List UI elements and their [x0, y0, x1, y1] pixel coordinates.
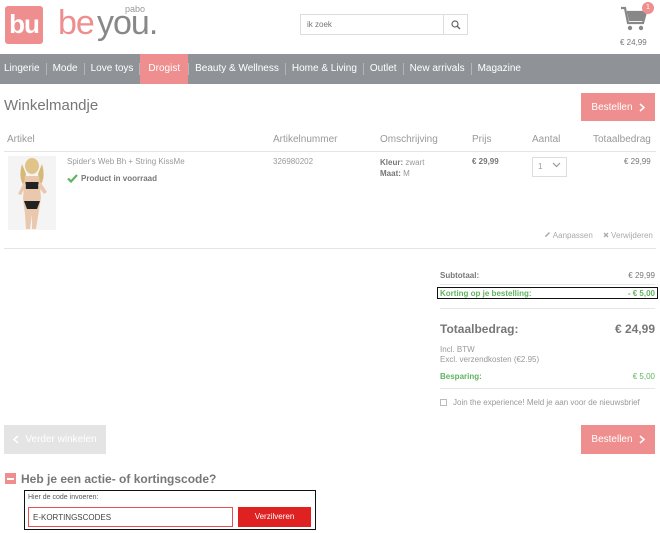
- savings-value: € 5,00: [632, 372, 655, 381]
- continue-shopping-label: Verder winkelen: [25, 434, 97, 445]
- divider: [440, 388, 655, 389]
- stock-status: Product in voorraad: [67, 174, 157, 183]
- page-title: Winkelmandje: [4, 97, 99, 114]
- stock-status-label: Product in voorraad: [81, 174, 158, 183]
- divider: [440, 308, 655, 309]
- divider: [4, 248, 656, 249]
- product-image[interactable]: [8, 156, 56, 230]
- subtotal-label: Subtotaal:: [440, 271, 480, 280]
- close-icon: [603, 232, 609, 238]
- chevron-right-icon: [639, 102, 645, 112]
- divider: [440, 284, 655, 285]
- color-label: Kleur:: [380, 158, 404, 167]
- nav-separator: [45, 63, 47, 75]
- product-description: Kleur: zwart Maat: M: [380, 157, 424, 179]
- newsletter-optin[interactable]: Join the experience! Meld je aan voor de…: [440, 398, 640, 407]
- chevron-right-icon: [639, 435, 645, 444]
- nav-item-mode[interactable]: Mode: [49, 54, 82, 84]
- nav-item-lingerie[interactable]: Lingerie: [0, 54, 44, 84]
- cart-total: € 24,99: [620, 38, 647, 47]
- savings-label: Besparing:: [440, 372, 482, 381]
- total-value: € 24,99: [614, 322, 655, 336]
- nav-item-home-living[interactable]: Home & Living: [288, 54, 361, 84]
- nav-item-beauty-wellness[interactable]: Beauty & Wellness: [191, 54, 283, 84]
- nav-item-love-toys[interactable]: Love toys: [87, 54, 138, 84]
- coupon-collapse-toggle[interactable]: [5, 473, 16, 484]
- logo-pabo: pabo: [125, 4, 146, 14]
- nav-item-magazine[interactable]: Magazine: [474, 54, 525, 84]
- search-button[interactable]: [443, 15, 467, 34]
- checkmark-icon: [67, 174, 78, 183]
- color-value: zwart: [405, 158, 425, 167]
- divider: [4, 151, 656, 152]
- article-number: 326980202: [273, 157, 314, 166]
- size-label: Maat:: [380, 169, 401, 178]
- coupon-label: Hier de code invoeren:: [28, 494, 99, 501]
- logo-mark[interactable]: bu: [5, 6, 43, 44]
- incl-vat: Incl. BTW: [440, 345, 475, 354]
- column-header-description: Omschrijving: [380, 134, 438, 145]
- nav-item-drogist[interactable]: Drogist: [140, 54, 189, 84]
- newsletter-checkbox[interactable]: [440, 399, 447, 406]
- nav-separator: [402, 63, 404, 75]
- nav-separator: [284, 63, 286, 75]
- order-button-bottom[interactable]: Bestellen: [581, 425, 655, 454]
- continue-shopping-button[interactable]: Verder winkelen: [4, 425, 106, 454]
- quantity-select[interactable]: 1: [532, 157, 567, 177]
- search-icon: [450, 19, 460, 29]
- pencil-icon: [545, 232, 550, 237]
- coupon-code-input[interactable]: E-KORTINGSCODES: [28, 507, 233, 527]
- logo-be[interactable]: be: [58, 4, 95, 43]
- column-header-article-number: Artikelnummer: [273, 134, 338, 145]
- discount-value: - € 5,00: [627, 289, 655, 298]
- total-label: Totaalbedrag:: [440, 322, 519, 336]
- product-name-link[interactable]: Spider's Web Bh + String KissMe: [67, 157, 185, 166]
- newsletter-label: Join the experience! Meld je aan voor de…: [453, 398, 640, 407]
- subtotal-value: € 29,99: [628, 271, 655, 280]
- quantity-value: 1: [538, 162, 543, 171]
- main-nav: Lingerie Mode Love toys Drogist Beauty &…: [0, 54, 660, 84]
- excl-shipping: Excl. verzendkosten (€2.95): [440, 355, 540, 364]
- row-actions: Aanpassen Verwijderen: [544, 231, 653, 240]
- nav-separator: [470, 63, 472, 75]
- unit-price: € 29,99: [472, 157, 499, 166]
- order-button-top[interactable]: Bestellen: [581, 93, 655, 121]
- search-input[interactable]: [301, 15, 443, 34]
- cart-count-badge: 1: [642, 2, 654, 14]
- order-button-label: Bestellen: [591, 434, 633, 445]
- chevron-left-icon: [13, 435, 19, 444]
- remove-link[interactable]: Verwijderen: [603, 231, 653, 240]
- size-value: M: [403, 169, 410, 178]
- column-header-total: Totaalbedrag: [593, 134, 651, 145]
- coupon-title[interactable]: Heb je een actie- of kortingscode?: [21, 472, 216, 486]
- edit-link-label: Aanpassen: [552, 231, 593, 240]
- remove-link-label: Verwijderen: [611, 231, 653, 240]
- chevron-down-icon: [552, 162, 561, 168]
- nav-item-outlet[interactable]: Outlet: [366, 54, 401, 84]
- nav-separator: [188, 63, 190, 75]
- redeem-button[interactable]: Verzilveren: [238, 507, 311, 527]
- discount-label: Korting op je bestelling:: [440, 289, 532, 298]
- column-header-article: Artikel: [7, 134, 35, 145]
- nav-item-new-arrivals[interactable]: New arrivals: [406, 54, 469, 84]
- nav-separator: [362, 63, 364, 75]
- column-header-price: Prijs: [472, 134, 492, 145]
- order-button-label: Bestellen: [591, 101, 633, 113]
- edit-link[interactable]: Aanpassen: [544, 231, 593, 240]
- nav-separator: [83, 63, 85, 75]
- column-header-quantity: Aantal: [532, 134, 561, 145]
- row-total: € 29,99: [624, 157, 651, 166]
- search-box: [300, 14, 468, 35]
